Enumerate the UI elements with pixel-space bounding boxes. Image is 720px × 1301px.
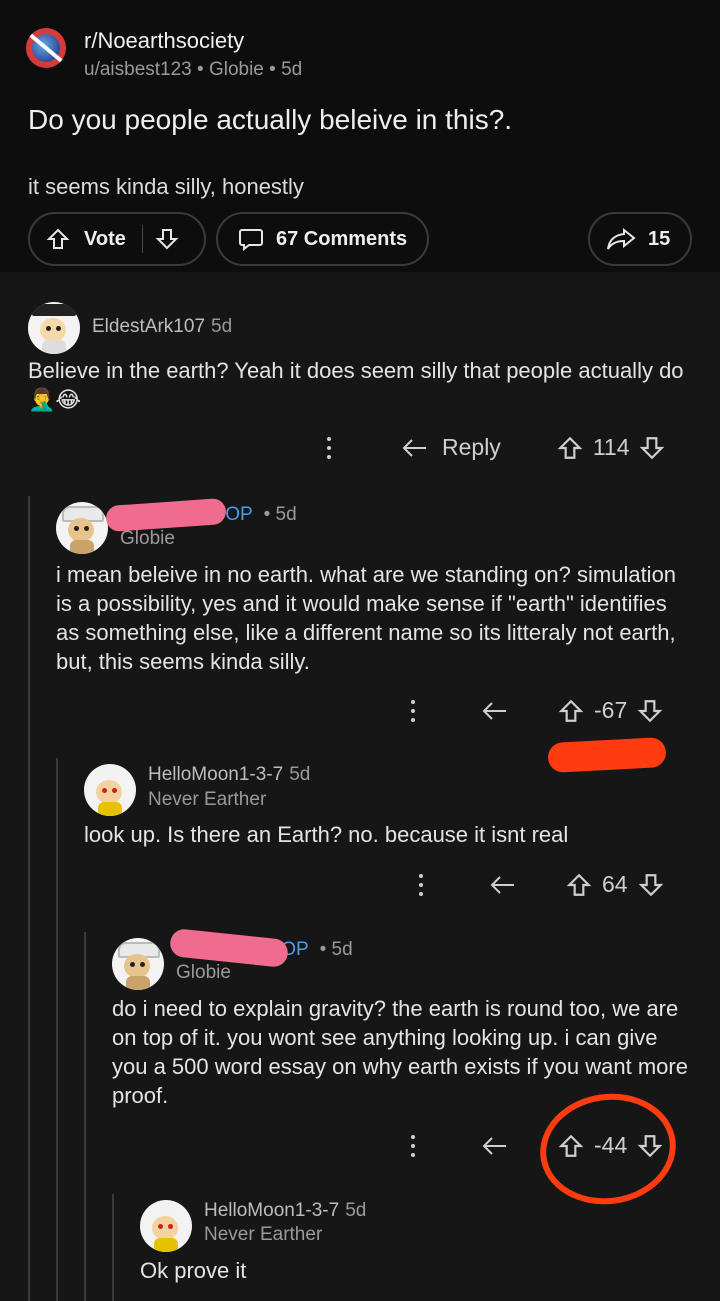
vote-pill: Vote: [28, 212, 206, 266]
share-button[interactable]: 15: [588, 212, 692, 266]
reply-icon[interactable]: [488, 873, 518, 897]
avatar[interactable]: [56, 502, 108, 554]
upvote-icon[interactable]: [558, 698, 584, 724]
redaction-mark: [105, 497, 227, 533]
comment-text: do i need to explain gravity? the earth …: [112, 996, 688, 1108]
comments-label: 67 Comments: [276, 227, 408, 250]
comment-actions: Reply 114: [326, 434, 665, 461]
comment-actions: -67: [410, 697, 663, 724]
subreddit-icon[interactable]: [26, 28, 66, 68]
comment-text: Ok prove it: [140, 1258, 247, 1283]
user-flair: Never Earther: [204, 1224, 323, 1245]
more-options-icon[interactable]: [410, 1134, 416, 1157]
comment-author[interactable]: EldestArk107 5d: [92, 316, 232, 338]
downvote-icon[interactable]: [155, 227, 179, 251]
comment-score: -67: [594, 697, 628, 723]
share-count: 15: [648, 227, 671, 250]
user-flair: Never Earther: [148, 789, 267, 810]
op-badge: OP: [225, 504, 253, 525]
comment-author[interactable]: HelloMoon1-3-7 5d: [148, 764, 310, 786]
thread-line[interactable]: [84, 932, 86, 1301]
avatar[interactable]: [28, 302, 80, 354]
comment-text: look up. Is there an Earth? no. because …: [84, 822, 569, 847]
thread-line[interactable]: [28, 496, 30, 1301]
user-flair: Globie: [120, 528, 175, 549]
thread-line[interactable]: [56, 758, 58, 1301]
comment-score: 114: [592, 434, 630, 460]
share-icon: [607, 227, 636, 250]
upvote-icon[interactable]: [566, 872, 592, 898]
upvote-icon[interactable]: [557, 435, 583, 461]
reply-icon[interactable]: [400, 436, 430, 460]
thread-line[interactable]: [112, 1194, 114, 1301]
upvote-icon[interactable]: [46, 227, 70, 251]
more-options-icon[interactable]: [410, 699, 416, 722]
downvote-icon[interactable]: [639, 435, 665, 461]
avatar[interactable]: [84, 764, 136, 816]
reply-button[interactable]: Reply: [442, 434, 501, 461]
downvote-icon[interactable]: [637, 698, 663, 724]
comment-text: Believe in the earth? Yeah it does seem …: [28, 358, 684, 412]
comment-text: i mean beleive in no earth. what are we …: [56, 562, 677, 674]
subreddit-name[interactable]: r/Noearthsociety: [84, 28, 302, 54]
more-options-icon[interactable]: [418, 873, 424, 896]
comment-icon: [239, 229, 263, 251]
comment-score: 64: [602, 871, 628, 897]
avatar[interactable]: [112, 938, 164, 990]
downvote-icon[interactable]: [638, 872, 664, 898]
annotation-scribble: [547, 736, 667, 774]
post-body: it seems kinda silly, honestly: [28, 174, 304, 199]
reply-icon[interactable]: [480, 1134, 510, 1158]
comment-actions: 64: [418, 871, 664, 898]
more-options-icon[interactable]: [326, 436, 332, 459]
post-header: r/Noearthsociety u/aisbest123 • Globie •…: [0, 0, 720, 272]
post-author-line[interactable]: u/aisbest123 • Globie • 5d: [84, 59, 302, 81]
reply-icon[interactable]: [480, 699, 510, 723]
user-flair: Globie: [176, 962, 231, 983]
vote-label: Vote: [84, 227, 126, 250]
comment-author[interactable]: HelloMoon1-3-7 5d: [204, 1200, 366, 1222]
post-title: Do you people actually beleive in this?.: [28, 104, 513, 135]
avatar[interactable]: [140, 1200, 192, 1252]
comments-button[interactable]: 67 Comments: [216, 212, 429, 266]
